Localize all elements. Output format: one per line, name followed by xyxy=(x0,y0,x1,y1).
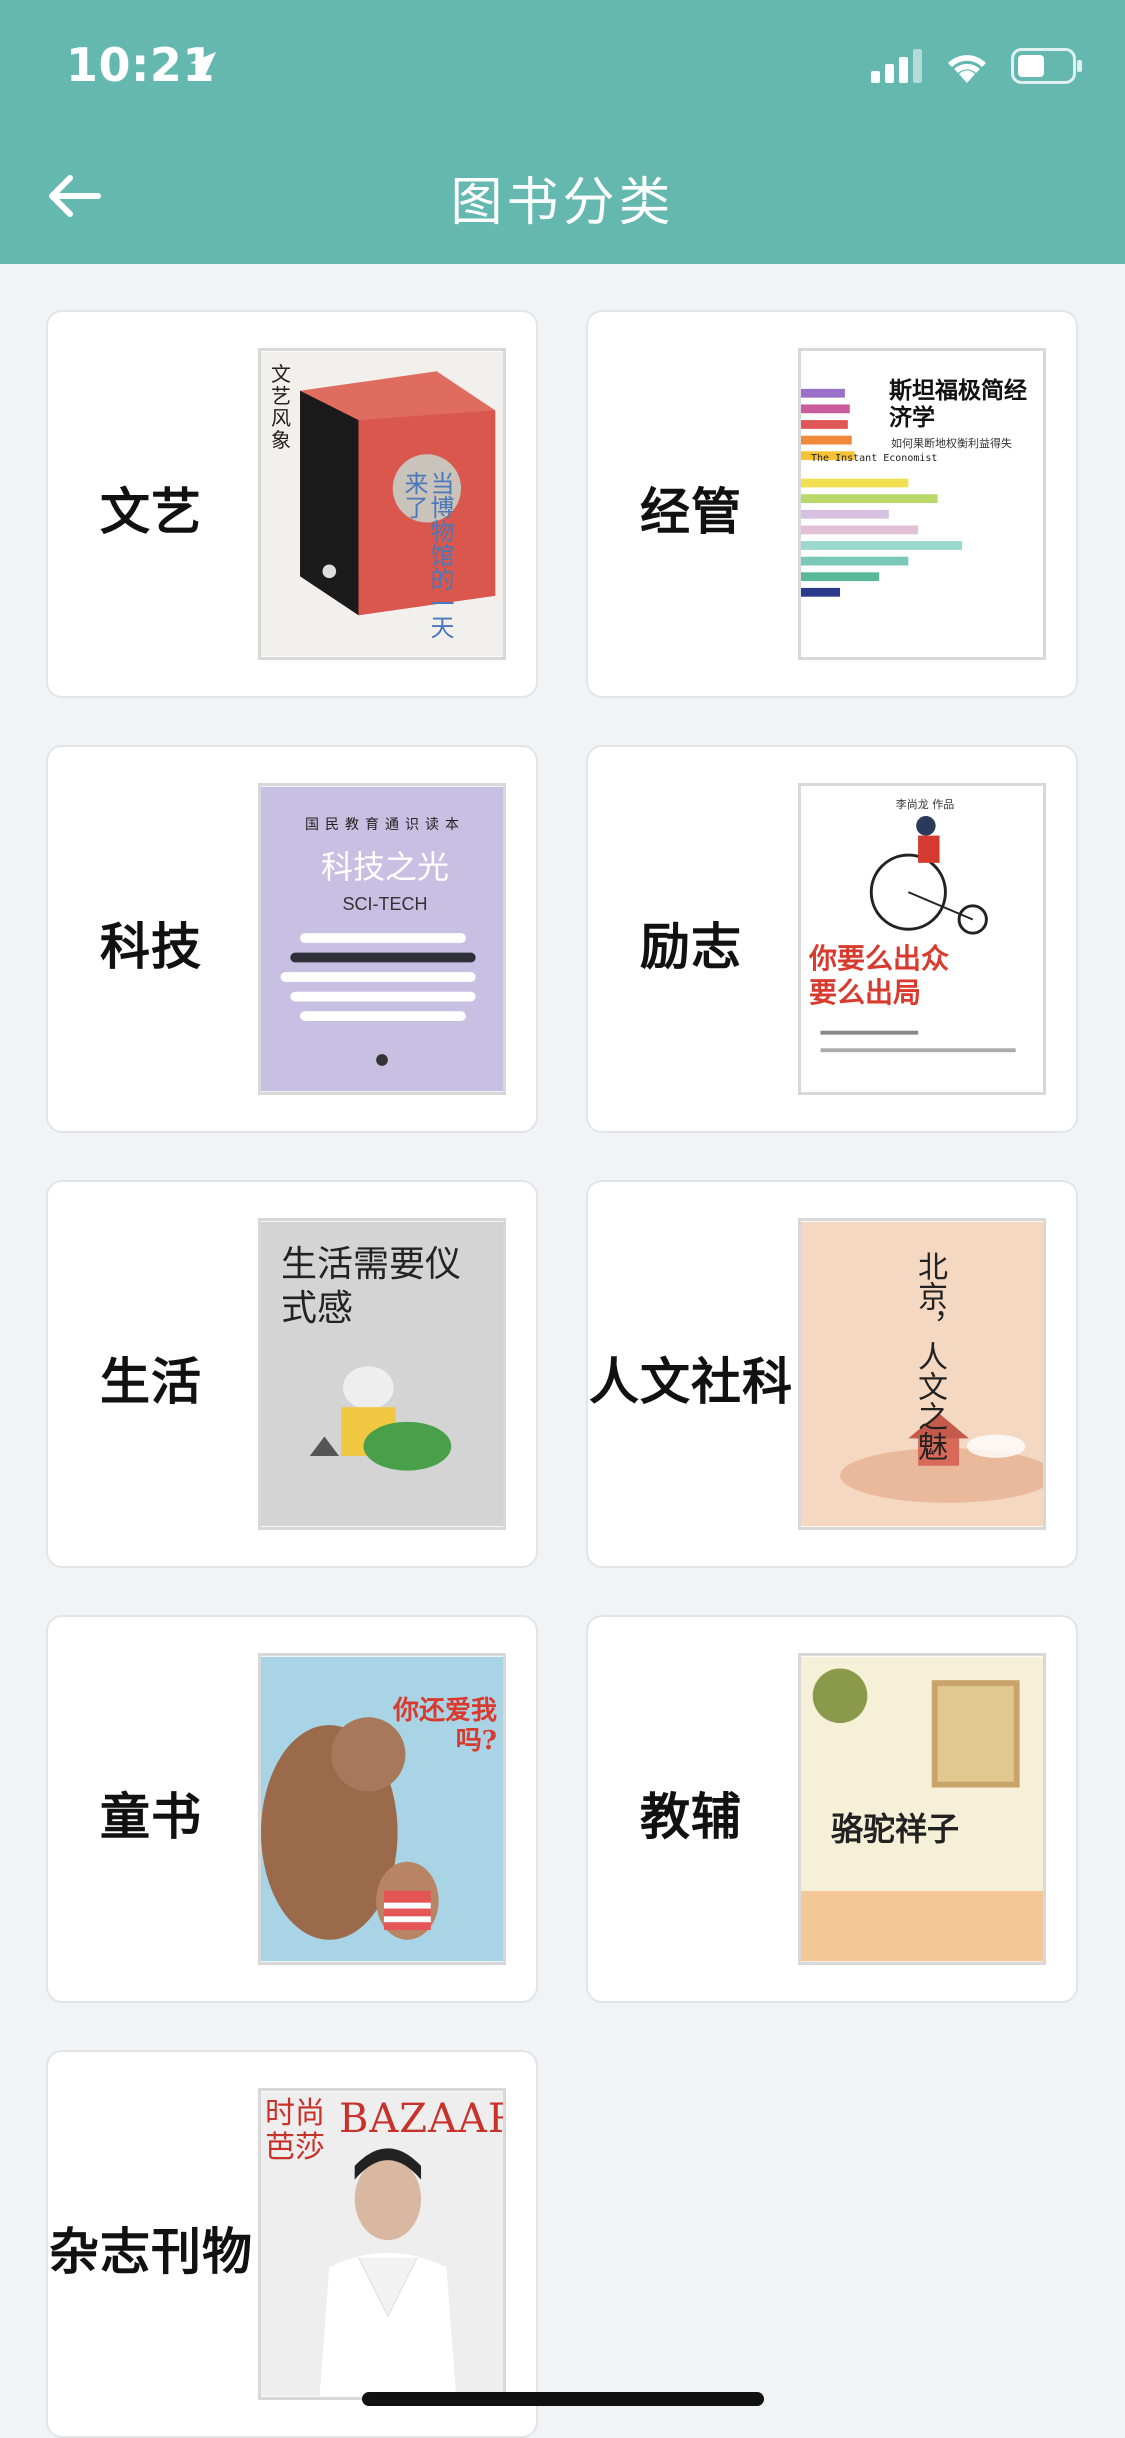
book-cover: 北京，人文之魅 xyxy=(798,1218,1046,1530)
cover-title: 生活需要仪式感 xyxy=(281,1244,462,1329)
cover-title: 时尚芭莎 xyxy=(265,2096,325,2165)
cover-title: 你要么出众要么出局 xyxy=(809,942,950,1009)
status-indicators xyxy=(871,48,1083,84)
book-cover: 文艺风象 当博物馆的一天来了 xyxy=(258,348,506,660)
book-cover: 骆驼祥子 xyxy=(798,1653,1046,1965)
category-grid: 文艺 文艺风象 当博物馆的一天来了 经管 斯坦福极简经济学 如何果断地权衡利益得… xyxy=(0,264,1125,2438)
book-cover: 李尚龙 作品 你要么出众要么出局 xyxy=(798,783,1046,1095)
wifi-icon xyxy=(948,55,986,83)
cover-brand: BAZAAR xyxy=(339,2096,506,2142)
category-card-magazines[interactable]: 杂志刊物 时尚芭莎 BAZAAR xyxy=(46,2050,538,2438)
cover-art xyxy=(261,351,503,657)
category-card-inspirational[interactable]: 励志 李尚龙 作品 你要么出众要么出局 xyxy=(586,745,1078,1133)
cover-author: 李尚龙 作品 xyxy=(895,798,955,811)
category-card-business[interactable]: 经管 斯坦福极简经济学 如何果断地权衡利益得失 The Instant Econ… xyxy=(586,310,1078,698)
cover-subtitle: 如何果断地权衡利益得失 xyxy=(891,437,1012,450)
cover-title: 斯坦福极简经济学 xyxy=(889,377,1027,431)
cover-title: 科技之光 xyxy=(320,848,449,886)
category-label: 经管 xyxy=(640,483,742,541)
category-label: 人文社科 xyxy=(589,1353,793,1411)
cover-art xyxy=(801,786,1043,1092)
page-title: 图书分类 xyxy=(450,173,675,233)
category-card-literature[interactable]: 文艺 文艺风象 当博物馆的一天来了 xyxy=(46,310,538,698)
cover-subtitle: 当博物馆的一天来了 xyxy=(400,471,454,639)
category-label: 励志 xyxy=(640,918,742,976)
cover-title: 你还爱我吗? xyxy=(392,1696,497,1756)
category-label: 杂志刊物 xyxy=(49,2223,253,2281)
book-cover: 你还爱我吗? xyxy=(258,1653,506,1965)
category-label: 教辅 xyxy=(640,1788,742,1846)
location-arrow-icon xyxy=(190,52,216,78)
cover-title: 文艺风象 xyxy=(271,362,291,452)
category-label: 生活 xyxy=(100,1353,202,1411)
category-card-humanities[interactable]: 人文社科 北京，人文之魅 xyxy=(586,1180,1078,1568)
signal-icon xyxy=(871,49,922,83)
home-indicator[interactable] xyxy=(362,2392,764,2406)
category-label: 科技 xyxy=(100,918,202,976)
cover-title: 骆驼祥子 xyxy=(831,1810,960,1848)
cover-english-title: The Instant Economist xyxy=(811,453,938,464)
cover-title: 北京，人文之魅 xyxy=(912,1251,947,1461)
book-cover: 国民教育通识读本 科技之光 SCI-TECH xyxy=(258,783,506,1095)
book-cover: 生活需要仪式感 xyxy=(258,1218,506,1530)
header-bar: 10:21 图书分类 xyxy=(0,0,1125,264)
category-label: 文艺 xyxy=(100,483,202,541)
category-label: 童书 xyxy=(100,1788,202,1846)
book-cover: 斯坦福极简经济学 如何果断地权衡利益得失 The Instant Economi… xyxy=(798,348,1046,660)
category-card-education[interactable]: 教辅 骆驼祥子 xyxy=(586,1615,1078,2003)
category-card-lifestyle[interactable]: 生活 生活需要仪式感 xyxy=(46,1180,538,1568)
category-card-technology[interactable]: 科技 国民教育通识读本 科技之光 SCI-TECH xyxy=(46,745,538,1133)
cover-series: 国民教育通识读本 xyxy=(305,817,465,833)
book-cover: 时尚芭莎 BAZAAR xyxy=(258,2088,506,2400)
cover-english-title: SCI-TECH xyxy=(342,894,428,914)
battery-icon xyxy=(1011,48,1082,84)
category-card-children[interactable]: 童书 你还爱我吗? xyxy=(46,1615,538,2003)
